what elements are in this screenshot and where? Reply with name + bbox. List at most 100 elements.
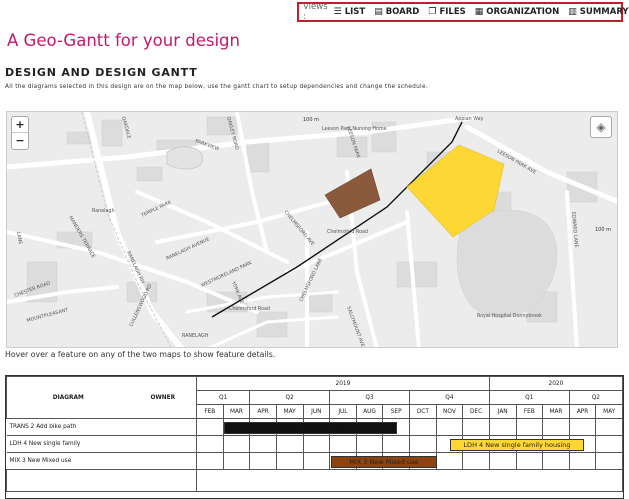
section-title: DESIGN AND DESIGN GANTT xyxy=(5,66,198,79)
gantt-quarter-header: Q1 xyxy=(195,390,251,405)
map[interactable]: Appian Way LEESON PARK AVE LEESON PARK T… xyxy=(6,111,618,348)
gantt-bar-label: MIX 3 New Mixed use xyxy=(349,457,419,466)
gantt-row-owner xyxy=(129,435,197,453)
gantt-cell xyxy=(462,418,490,436)
gantt-cell xyxy=(435,418,464,436)
gantt-cell xyxy=(595,418,623,436)
map-label: SALLYMOUNT AVE xyxy=(345,306,365,348)
layers-button[interactable]: ◈ xyxy=(590,116,612,138)
gantt-cell xyxy=(595,435,623,453)
gantt-row[interactable]: MIX 3 New Mixed use xyxy=(6,452,623,470)
gantt-cell xyxy=(595,452,623,470)
gantt-cell xyxy=(302,435,331,453)
gantt-month-header: MAY xyxy=(275,404,304,419)
gantt-bar[interactable]: MIX 3 New Mixed use xyxy=(330,455,438,468)
zoom-control: + − xyxy=(11,116,29,150)
gantt-cell xyxy=(568,452,597,470)
view-board-label: BOARD xyxy=(385,7,420,17)
gantt-cell xyxy=(515,418,544,436)
gantt-cell xyxy=(515,452,544,470)
gantt-cell xyxy=(222,452,251,470)
gantt-month-header: AUG xyxy=(355,404,384,419)
zoom-out-button[interactable]: − xyxy=(12,133,28,149)
gantt-cell xyxy=(542,418,570,436)
gantt-quarter-header: Q2 xyxy=(568,390,624,405)
gantt-row-owner xyxy=(129,418,197,436)
gantt-bar-label: LDH 4 New single family housing xyxy=(463,440,571,449)
zoom-in-button[interactable]: + xyxy=(12,117,28,133)
map-label: Royal Hospital Donnybrook xyxy=(477,313,542,319)
gantt-table: DIAGRAM OWNER 2019 2020 Q1 Q2 Q3 Q4 Q1 Q2 FEB MAR AP… xyxy=(6,376,624,492)
map-scale-label: 100 m xyxy=(303,117,319,123)
gantt-year-header: 2020 xyxy=(488,376,624,391)
gantt-month-header: DEC xyxy=(462,404,490,419)
gantt-cell xyxy=(302,452,331,470)
gantt-month-header: FEB xyxy=(515,404,544,419)
map-label: Appian Way xyxy=(455,116,484,122)
map-label: MOUNTPLEASANT xyxy=(26,307,69,324)
view-organization-label: ORGANIZATION xyxy=(486,7,560,17)
summary-icon: ▥ xyxy=(568,7,577,17)
gantt-cell xyxy=(275,435,304,453)
map-label: RANELAGH xyxy=(182,333,209,339)
owner-column-header: OWNER xyxy=(129,376,197,419)
files-icon: ❐ xyxy=(428,7,437,17)
gantt-month-header: APR xyxy=(249,404,277,419)
gantt-row-owner xyxy=(129,452,197,470)
gantt-month-header: FEB xyxy=(196,404,224,419)
gantt-row-diagram[interactable]: TRANS 2 Add bike path xyxy=(6,418,130,436)
gantt-month-header: MAR xyxy=(542,404,570,419)
gantt-cell xyxy=(568,418,597,436)
gantt-cell xyxy=(355,435,384,453)
view-files-button[interactable]: ❐ FILES xyxy=(428,7,465,17)
gantt-month-header: OCT xyxy=(409,404,437,419)
map-label: Chelmsford Road xyxy=(327,229,368,235)
gantt-bar[interactable]: TRANS 2 Add bike path xyxy=(224,421,398,434)
gantt-cell xyxy=(382,435,410,453)
app-title: A Geo-Gantt for your design xyxy=(7,31,240,50)
gantt-cell xyxy=(196,435,224,453)
views-label: Views : xyxy=(303,2,328,22)
map-label: Leeson Park Nursing Home xyxy=(322,126,387,132)
map-label: CHELMSFORD AVE xyxy=(282,209,315,247)
gantt-quarter-header: Q4 xyxy=(409,390,490,405)
list-icon: ☰ xyxy=(333,7,342,17)
gantt-month-header: JAN xyxy=(488,404,517,419)
layers-icon: ◈ xyxy=(596,120,606,134)
gantt-row-diagram[interactable]: LDH 4 New single family xyxy=(6,435,130,453)
gantt-row-diagram[interactable]: MIX 3 New Mixed use xyxy=(6,452,130,470)
gantt-month-header: JUN xyxy=(302,404,331,419)
view-list-button[interactable]: ☰ LIST xyxy=(334,7,366,17)
gantt-cell xyxy=(462,452,490,470)
gantt-empty-cell xyxy=(196,469,623,492)
gantt-month-header: SEP xyxy=(382,404,410,419)
gantt-month-header: MAR xyxy=(222,404,251,419)
gantt-year-header: 2019 xyxy=(196,376,490,391)
view-files-label: FILES xyxy=(439,7,466,17)
diagram-column-header: DIAGRAM xyxy=(6,376,130,419)
gantt-cell xyxy=(196,418,224,436)
gantt-cell xyxy=(249,452,277,470)
map-scale-label: 100 m xyxy=(595,227,611,233)
map-label: Chelmsford Road xyxy=(229,306,270,312)
gantt-bar[interactable]: LDH 4 New single family housing xyxy=(450,438,584,451)
view-summary-button[interactable]: ▥ SUMMARY xyxy=(568,7,628,17)
view-organization-button[interactable]: ▦ ORGANIZATION xyxy=(475,7,560,17)
hover-note: Hover over a feature on any of the two m… xyxy=(5,350,276,359)
view-board-button[interactable]: ▤ BOARD xyxy=(374,7,419,17)
gantt-cell xyxy=(435,452,464,470)
map-label: Ranelagh xyxy=(92,208,115,214)
gantt-month-header: MAY xyxy=(595,404,623,419)
view-summary-label: SUMMARY xyxy=(579,7,629,17)
section-description: All the diagrams selected in this design… xyxy=(5,84,428,90)
gantt-cell xyxy=(488,452,517,470)
view-list-label: LIST xyxy=(344,7,366,17)
gantt-cell xyxy=(542,452,570,470)
gantt-cell xyxy=(249,435,277,453)
views-bar: Views : ☰ LIST ▤ BOARD ❐ FILES ▦ ORGANIZATIO… xyxy=(297,2,629,22)
board-icon: ▤ xyxy=(374,7,383,17)
gantt-cell xyxy=(222,435,251,453)
gantt-quarter-header: Q2 xyxy=(249,390,331,405)
gantt-month-header: NOV xyxy=(435,404,464,419)
map-canvas: Appian Way LEESON PARK AVE LEESON PARK T… xyxy=(7,112,617,348)
